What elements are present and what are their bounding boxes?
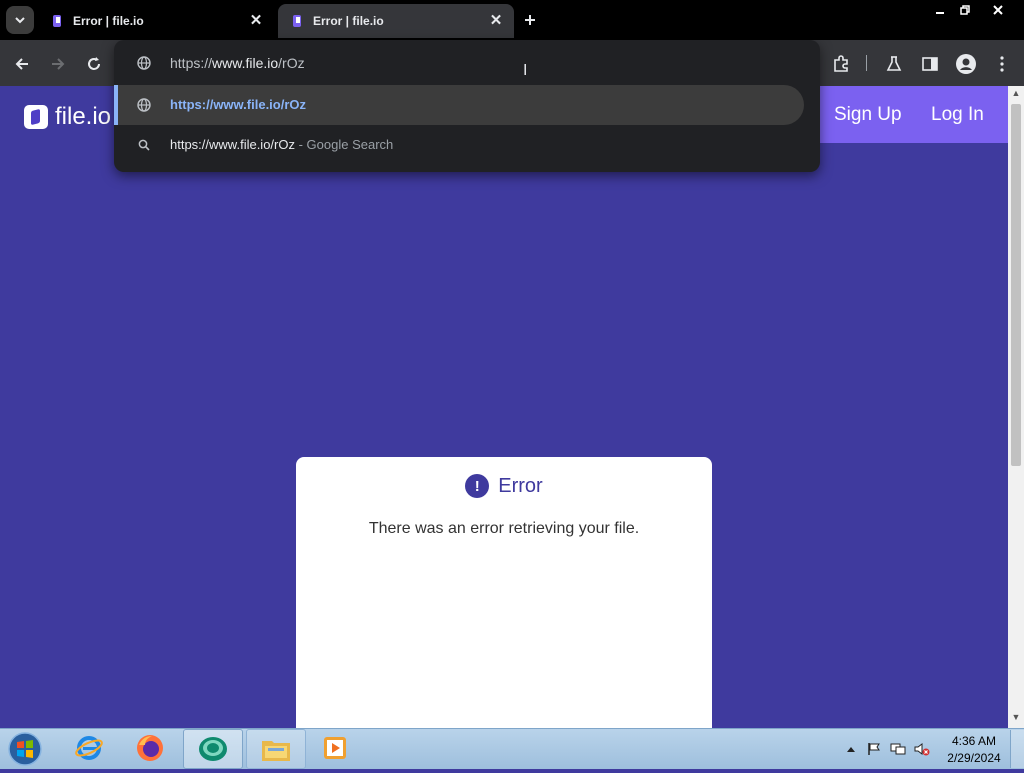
suggestion-url-text: https://www.file.io/rOz	[170, 97, 307, 112]
plus-icon	[525, 15, 535, 25]
action-center-flag-icon[interactable]	[866, 742, 882, 756]
close-tab-icon[interactable]: ✕	[488, 13, 504, 29]
volume-muted-icon[interactable]	[914, 742, 930, 756]
menu-button[interactable]	[990, 52, 1014, 76]
start-button[interactable]	[6, 730, 46, 768]
show-desktop-button[interactable]	[1010, 730, 1024, 768]
search-icon	[136, 137, 152, 153]
globe-icon	[136, 55, 152, 71]
folder-icon	[262, 741, 290, 761]
new-tab-button[interactable]	[518, 8, 542, 32]
side-panel-button[interactable]	[918, 52, 942, 76]
chat-app-icon	[199, 737, 227, 761]
log-in-link[interactable]: Log In	[931, 104, 984, 126]
file-explorer-taskbar-button[interactable]	[246, 729, 306, 769]
suggestion-search-engine: - Google Search	[294, 137, 394, 152]
fileio-logo-icon	[24, 105, 48, 129]
close-tab-icon[interactable]: ✕	[248, 13, 264, 29]
flask-icon	[886, 56, 902, 71]
suggestion-search-text: https://www.file.io/rOz - Google Search	[170, 137, 393, 152]
close-window-button[interactable]	[985, 0, 1011, 20]
avatar-icon	[956, 54, 976, 74]
toolbar-divider	[866, 55, 867, 71]
browser-tab-1[interactable]: Error | file.io ✕	[38, 4, 274, 38]
firefox-icon	[137, 735, 163, 761]
minimize-icon	[936, 12, 944, 14]
logo-text: file.io	[55, 103, 112, 130]
labs-button[interactable]	[882, 52, 906, 76]
sign-up-link[interactable]: Sign Up	[834, 104, 902, 126]
text-cursor-icon: I	[523, 62, 528, 79]
network-icon[interactable]	[890, 742, 906, 756]
internet-explorer-icon	[75, 736, 103, 760]
more-vert-icon	[1000, 56, 1004, 72]
restore-button[interactable]	[952, 0, 978, 20]
error-heading: ! Error	[296, 474, 712, 498]
extensions-button[interactable]	[829, 52, 853, 76]
media-player-icon	[324, 737, 346, 759]
browser-tab-2-active[interactable]: Error | file.io ✕	[278, 4, 514, 38]
error-message: There was an error retrieving your file.	[368, 520, 640, 537]
site-logo[interactable]: file.io	[24, 102, 111, 132]
close-icon	[993, 5, 1003, 15]
active-app-taskbar-button[interactable]	[183, 729, 243, 769]
address-bar-input[interactable]: https://www.file.io/rOz	[170, 55, 305, 71]
profile-button[interactable]	[954, 52, 978, 76]
reload-icon	[88, 57, 100, 70]
scroll-down-arrow-icon[interactable]: ▼	[1008, 712, 1024, 726]
error-card	[296, 457, 712, 747]
scrollbar-thumb[interactable]	[1011, 104, 1021, 466]
suggestion-query: https://www.file.io/rOz	[170, 137, 295, 152]
clock-time[interactable]: 4:36 AM	[940, 734, 1008, 748]
minimize-button[interactable]	[927, 0, 953, 20]
chevron-down-icon	[15, 17, 25, 24]
url-path: /rOz	[278, 55, 305, 71]
forward-button[interactable]	[46, 52, 70, 76]
suggestion-highlight-bar	[114, 85, 118, 125]
tab-title: Error | file.io	[73, 14, 144, 28]
show-hidden-icons-icon[interactable]	[843, 742, 859, 756]
globe-icon	[136, 97, 152, 113]
arrow-right-icon	[52, 58, 65, 70]
error-title: Error	[498, 474, 543, 497]
clock-date[interactable]: 2/29/2024	[940, 751, 1008, 765]
url-domain: www.file.io	[212, 55, 279, 71]
reload-button[interactable]	[82, 52, 106, 76]
tab-search-button[interactable]	[6, 6, 34, 34]
firefox-taskbar-button[interactable]	[121, 729, 179, 767]
internet-explorer-taskbar-button[interactable]	[60, 729, 118, 767]
windows-orb-icon	[8, 732, 42, 766]
error-icon: !	[465, 474, 490, 498]
media-player-taskbar-button[interactable]	[306, 729, 364, 767]
tab-title: Error | file.io	[313, 14, 384, 28]
puzzle-icon	[834, 55, 848, 72]
url-scheme: https://	[170, 55, 213, 71]
fileio-favicon-icon	[50, 14, 64, 28]
back-button[interactable]	[10, 52, 34, 76]
arrow-left-icon	[15, 58, 28, 70]
restore-icon	[960, 5, 970, 15]
side-panel-icon	[922, 57, 938, 71]
fileio-favicon-icon	[290, 14, 304, 28]
scroll-up-arrow-icon[interactable]: ▲	[1008, 88, 1024, 102]
